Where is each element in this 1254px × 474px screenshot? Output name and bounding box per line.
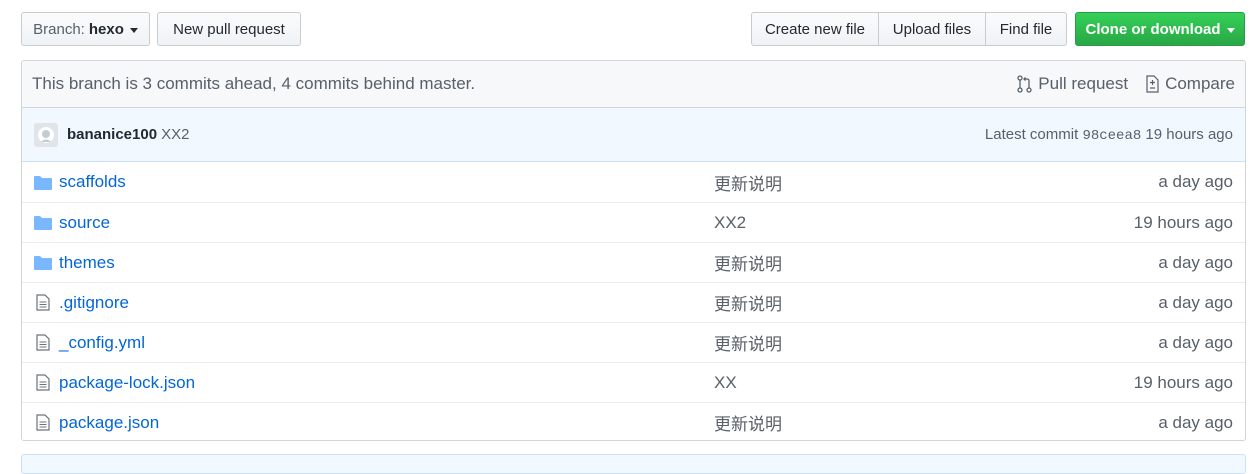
file-commit-message[interactable]: 更新说明 <box>714 250 1158 275</box>
file-name-link[interactable]: scaffolds <box>59 172 714 192</box>
folder-icon <box>34 216 52 230</box>
latest-commit-label: Latest commit <box>984 125 1079 143</box>
file-commit-age: a day ago <box>1158 332 1233 352</box>
clone-or-download-button[interactable]: Clone or download <box>1075 12 1245 46</box>
file-icon <box>36 334 50 351</box>
folder-icon-cell <box>34 215 52 230</box>
readme-header <box>21 454 1246 474</box>
folder-icon <box>34 256 52 270</box>
file-commit-age: a day ago <box>1158 292 1233 312</box>
avatar[interactable] <box>34 122 58 147</box>
file-actions-group: Create new file Upload files Find file <box>751 12 1067 46</box>
file-name-link[interactable]: _config.yml <box>59 333 714 353</box>
file-commit-message[interactable]: XX2 <box>714 213 1134 233</box>
github-avatar-icon <box>38 126 54 143</box>
file-row[interactable]: source XX2 19 hours ago <box>22 202 1245 242</box>
file-commit-age: 19 hours ago <box>1133 372 1233 392</box>
git-pull-request-icon <box>1017 75 1032 93</box>
commit-age: 19 hours ago <box>1145 125 1233 143</box>
upload-files-button[interactable]: Upload files <box>879 12 986 46</box>
file-name-link[interactable]: package-lock.json <box>59 373 714 393</box>
new-pull-request-button[interactable]: New pull request <box>157 12 301 46</box>
file-commit-age: 19 hours ago <box>1133 212 1233 232</box>
commit-message[interactable]: XX2 <box>161 126 189 143</box>
branch-status-bar: This branch is 3 commits ahead, 4 commit… <box>22 61 1245 108</box>
file-icon <box>36 374 50 391</box>
file-icon-cell <box>34 294 52 311</box>
folder-icon-cell <box>34 175 52 190</box>
pull-request-label: Pull request <box>1038 74 1129 93</box>
file-commit-age: a day ago <box>1158 412 1233 432</box>
file-icon <box>36 414 50 431</box>
file-commit-message[interactable]: 更新说明 <box>714 330 1158 355</box>
file-commit-message[interactable]: 更新说明 <box>714 170 1158 195</box>
file-name-link[interactable]: package.json <box>59 413 714 433</box>
file-row[interactable]: themes 更新说明 a day ago <box>22 242 1245 282</box>
pull-request-link[interactable]: Pull request <box>1017 74 1128 94</box>
compare-label: Compare <box>1165 74 1235 93</box>
folder-icon <box>34 175 52 190</box>
latest-commit-info: Latest commit 98ceea8 19 hours ago <box>985 126 1233 144</box>
branch-value: hexo <box>88 20 124 38</box>
file-commit-message[interactable]: XX <box>714 373 1134 393</box>
file-commit-age: a day ago <box>1158 172 1233 191</box>
caret-down-icon <box>129 27 138 33</box>
file-name-link[interactable]: source <box>59 213 714 233</box>
file-commit-age: a day ago <box>1158 252 1233 272</box>
branch-status-message: This branch is 3 commits ahead, 4 commit… <box>32 74 476 93</box>
commit-sha[interactable]: 98ceea8 <box>1082 128 1141 144</box>
file-icon-cell <box>34 334 52 351</box>
latest-commit-bar: bananice100 XX2 Latest commit 98ceea8 19… <box>22 108 1245 162</box>
file-row[interactable]: package-lock.json XX 19 hours ago <box>22 362 1245 402</box>
compare-link[interactable]: Compare <box>1144 74 1235 94</box>
caret-down-icon <box>1226 27 1235 33</box>
clone-label: Clone or download <box>1085 20 1221 38</box>
create-new-file-button[interactable]: Create new file <box>751 12 879 46</box>
file-commit-message[interactable]: 更新说明 <box>714 290 1158 315</box>
file-name-link[interactable]: themes <box>59 253 714 273</box>
find-file-button[interactable]: Find file <box>986 12 1067 46</box>
file-row[interactable]: scaffolds 更新说明 a day ago <box>22 162 1245 202</box>
file-icon-cell <box>34 374 52 391</box>
file-icon <box>36 294 50 311</box>
file-icon-cell <box>34 414 52 431</box>
commit-author[interactable]: bananice100 <box>67 126 157 143</box>
file-row[interactable]: _config.yml 更新说明 a day ago <box>22 322 1245 362</box>
file-row[interactable]: package.json 更新说明 a day ago <box>22 402 1245 440</box>
branch-select-button[interactable]: Branch: hexo <box>21 12 150 46</box>
file-list: scaffolds 更新说明 a day ago source XX2 19 hours … <box>22 162 1245 440</box>
file-commit-message[interactable]: 更新说明 <box>714 410 1158 435</box>
file-name-link[interactable]: .gitignore <box>59 293 714 313</box>
file-browser-panel: This branch is 3 commits ahead, 4 commit… <box>21 60 1246 441</box>
file-row[interactable]: .gitignore 更新说明 a day ago <box>22 282 1245 322</box>
diff-icon <box>1146 75 1159 93</box>
branch-label: Branch: <box>33 20 85 38</box>
folder-icon-cell <box>34 255 52 270</box>
